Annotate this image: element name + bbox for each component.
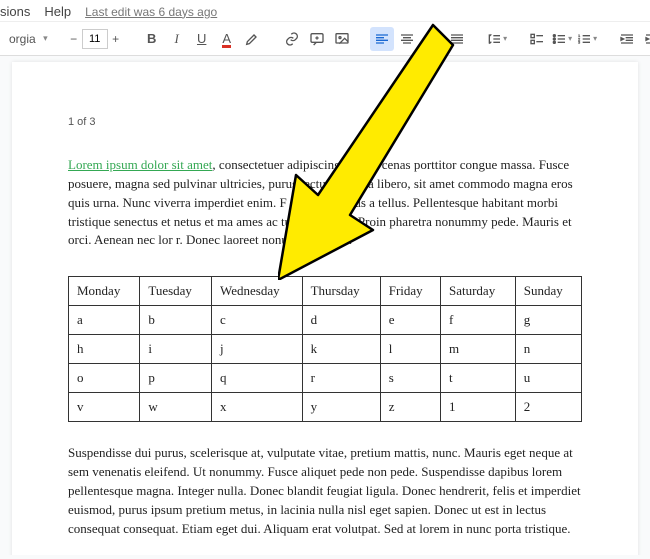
table-cell[interactable]: t [440,364,515,393]
table-cell[interactable]: r [302,364,380,393]
table-cell[interactable]: Wednesday [211,277,302,306]
paragraph-1[interactable]: Lorem ipsum dolor sit amet, consectetuer… [68,156,582,250]
last-edit-link[interactable]: Last edit was 6 days ago [85,5,217,19]
document-table[interactable]: MondayTuesdayWednesdayThursdayFridaySatu… [68,276,582,422]
table-cell[interactable]: y [302,393,380,422]
insert-image-button[interactable] [330,27,354,51]
svg-text:3: 3 [578,39,581,44]
insert-link-button[interactable] [280,27,304,51]
table-cell[interactable]: o [69,364,140,393]
font-size-increase[interactable]: + [108,29,124,49]
table-cell[interactable]: Friday [380,277,440,306]
highlight-button[interactable] [240,27,264,51]
table-cell[interactable]: a [69,306,140,335]
table-cell[interactable]: Saturday [440,277,515,306]
font-family-select[interactable]: orgia [5,30,50,48]
bold-button[interactable]: B [140,27,164,51]
line-spacing-button[interactable] [485,27,509,51]
paragraph-2[interactable]: Suspendisse dui purus, scelerisque at, v… [68,444,582,538]
table-cell[interactable]: 1 [440,393,515,422]
table-cell[interactable]: w [140,393,212,422]
table-cell[interactable]: 2 [515,393,581,422]
align-left-button[interactable] [370,27,394,51]
table-cell[interactable]: j [211,335,302,364]
increase-indent-button[interactable] [640,27,650,51]
table-cell[interactable]: q [211,364,302,393]
font-size-decrease[interactable]: − [66,29,82,49]
menubar: sions Help Last edit was 6 days ago [0,0,650,22]
font-size-control[interactable]: − 11 + [63,29,127,49]
table-cell[interactable]: p [140,364,212,393]
menu-help[interactable]: Help [44,4,71,19]
align-right-button[interactable] [420,27,444,51]
table-cell[interactable]: i [140,335,212,364]
checklist-button[interactable] [525,27,549,51]
table-cell[interactable]: l [380,335,440,364]
table-cell[interactable]: m [440,335,515,364]
italic-button[interactable]: I [165,27,189,51]
table-cell[interactable]: g [515,306,581,335]
document-canvas[interactable]: 1 of 3 Lorem ipsum dolor sit amet, conse… [0,56,650,555]
toolbar: orgia − 11 + B I U A [0,22,650,56]
table-row[interactable]: abcdefg [69,306,582,335]
add-comment-button[interactable] [305,27,329,51]
table-cell[interactable]: v [69,393,140,422]
table-cell[interactable]: u [515,364,581,393]
table-cell[interactable]: k [302,335,380,364]
table-cell[interactable]: Tuesday [140,277,212,306]
table-cell[interactable]: d [302,306,380,335]
table-cell[interactable]: Thursday [302,277,380,306]
table-row[interactable]: hijklmn [69,335,582,364]
table-row[interactable]: vwxyz12 [69,393,582,422]
table-cell[interactable]: b [140,306,212,335]
paragraph-3[interactable]: Proin nec augue. Quisque aliquam tempor … [68,552,582,555]
hyperlink-text[interactable]: Lorem ipsum dolor sit amet [68,157,212,172]
table-cell[interactable]: Monday [69,277,140,306]
table-cell[interactable]: z [380,393,440,422]
numbered-list-button[interactable]: 123 [575,27,599,51]
table-cell[interactable]: x [211,393,302,422]
document-page[interactable]: 1 of 3 Lorem ipsum dolor sit amet, conse… [12,62,638,555]
decrease-indent-button[interactable] [615,27,639,51]
page-indicator: 1 of 3 [68,116,582,128]
table-cell[interactable]: Sunday [515,277,581,306]
menu-extensions[interactable]: sions [0,4,30,19]
table-cell[interactable]: c [211,306,302,335]
table-row[interactable]: opqrstu [69,364,582,393]
underline-button[interactable]: U [190,27,214,51]
table-cell[interactable]: s [380,364,440,393]
align-justify-button[interactable] [445,27,469,51]
table-cell[interactable]: h [69,335,140,364]
align-center-button[interactable] [395,27,419,51]
table-row[interactable]: MondayTuesdayWednesdayThursdayFridaySatu… [69,277,582,306]
table-cell[interactable]: f [440,306,515,335]
table-cell[interactable]: e [380,306,440,335]
font-size-value[interactable]: 11 [82,29,108,49]
text-color-button[interactable]: A [215,27,239,51]
bulleted-list-button[interactable] [550,27,574,51]
table-cell[interactable]: n [515,335,581,364]
